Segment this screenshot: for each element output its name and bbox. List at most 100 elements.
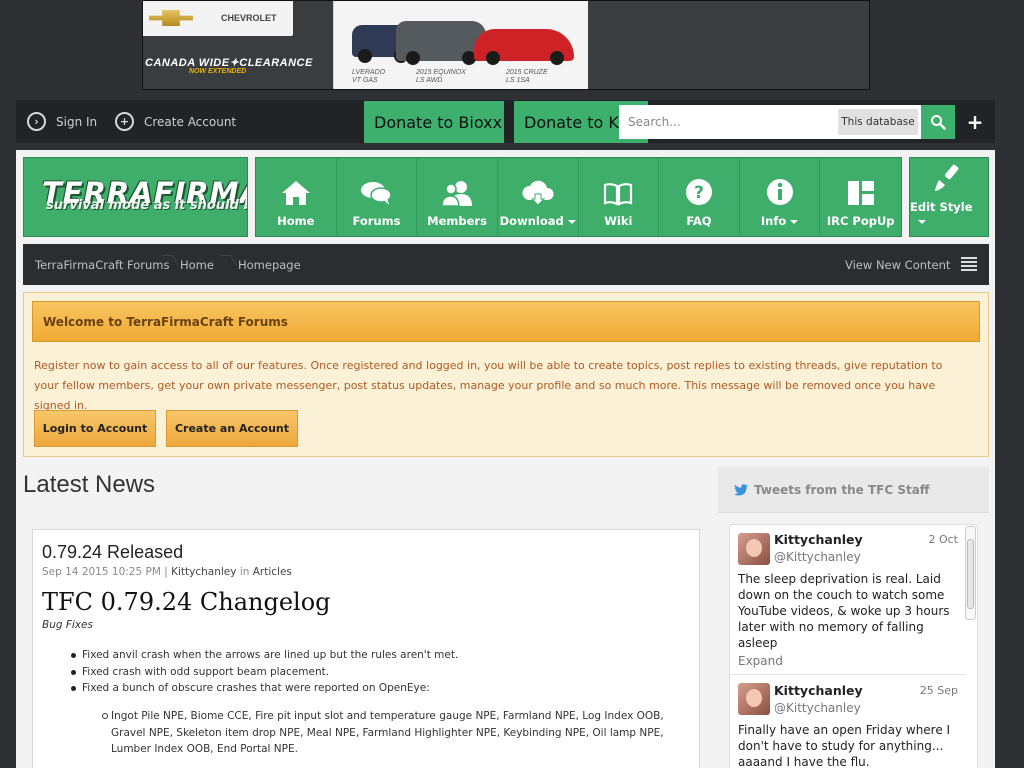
sign-in-label: Sign In xyxy=(56,114,98,129)
scrollbar-thumb[interactable] xyxy=(967,539,974,609)
chevrolet-logo-icon xyxy=(149,10,193,26)
search-box: This database xyxy=(619,105,935,139)
create-account-button[interactable]: Create an Account xyxy=(166,410,298,447)
ad-car-label: 2015 EQUINOX LS AWD xyxy=(416,69,466,84)
ad-brand-box: CHEVROLET xyxy=(143,1,293,36)
welcome-box: Welcome to TerraFirmaCraft Forums Regist… xyxy=(23,292,989,457)
nav-wiki[interactable]: Wiki xyxy=(579,158,660,236)
login-button[interactable]: Login to Account xyxy=(34,410,156,447)
donate-bioxx-label: Donate to Bioxx xyxy=(374,112,503,132)
sign-in-link[interactable]: › Sign In xyxy=(27,100,97,143)
tweets-heading: Tweets from the TFC Staff xyxy=(718,467,989,513)
suv-image xyxy=(396,21,486,65)
question-icon: ? xyxy=(685,179,712,205)
ad-car-label: LVERADO VT GAS xyxy=(352,69,386,84)
article-date: Sep 14 2015 10:25 PM xyxy=(42,566,161,578)
breadcrumb-item-home[interactable]: Home xyxy=(180,258,214,272)
sedan-image xyxy=(474,29,574,65)
search-button[interactable] xyxy=(921,105,955,139)
tweet-date[interactable]: 2 Oct xyxy=(928,533,958,546)
book-icon xyxy=(604,183,633,206)
nav-label: Wiki xyxy=(604,214,633,228)
meta-in: in xyxy=(239,566,250,578)
breadcrumb-separator xyxy=(223,252,233,278)
bugfix-list: Fixed anvil crash when the arrows are li… xyxy=(71,647,458,697)
breadcrumb-separator xyxy=(165,252,175,278)
tweet-date[interactable]: 25 Sep xyxy=(920,684,958,697)
breadcrumb: TerraFirmaCraft Forums Home Homepage Vie… xyxy=(23,244,989,285)
list-item: Fixed crash with odd support beam placem… xyxy=(71,664,458,681)
nav-label-wrap: Info xyxy=(761,214,799,228)
chevron-down-icon xyxy=(918,219,926,224)
nav-download[interactable]: Download xyxy=(498,158,579,236)
article-author[interactable]: Kittychanley xyxy=(171,566,236,578)
svg-text:?: ? xyxy=(694,183,704,203)
nav-forums[interactable]: Forums xyxy=(337,158,418,236)
ad-subline: NOW EXTENDED xyxy=(189,68,247,75)
sub-list-item: Ingot Pile NPE, Biome CCE, Fire pit inpu… xyxy=(102,708,671,758)
create-account-link[interactable]: + Create Account xyxy=(115,100,236,143)
nav-label: FAQ xyxy=(686,214,712,228)
site-logo[interactable]: TERRAFIRMACRAFT survival mode as it shou… xyxy=(23,157,248,237)
home-icon xyxy=(281,181,310,205)
ad-banner[interactable]: CHEVROLET CANADA WIDE✦CLEARANCE NOW EXTE… xyxy=(142,0,870,90)
nav-label-wrap: Download xyxy=(500,214,576,228)
nav-label: Forums xyxy=(352,214,401,228)
popup-icon xyxy=(847,181,874,205)
tweets-heading-label: Tweets from the TFC Staff xyxy=(754,482,930,497)
edit-style-label-wrap: Edit Style xyxy=(910,200,988,228)
search-input[interactable] xyxy=(619,105,837,139)
paintbrush-icon xyxy=(935,164,959,191)
donate-bioxx-button[interactable]: Donate to Bioxx xyxy=(364,101,504,143)
nav-label: Home xyxy=(277,214,315,228)
welcome-text: Register now to gain access to all of ou… xyxy=(34,359,943,412)
avatar[interactable] xyxy=(738,683,770,715)
nav-info[interactable]: Info xyxy=(740,158,821,236)
nav-irc-popup[interactable]: IRC PopUp xyxy=(820,158,901,236)
tweet-author-handle[interactable]: @Kittychanley xyxy=(774,701,861,715)
tweet[interactable]: Kittychanley @Kittychanley 25 Sep Finall… xyxy=(730,676,966,768)
arrow-right-circle-icon: › xyxy=(27,112,46,131)
nav-label: Members xyxy=(427,214,487,228)
nav-label: IRC PopUp xyxy=(826,214,895,228)
search-scope-button[interactable]: This database xyxy=(838,109,918,135)
breadcrumb-item-forums[interactable]: TerraFirmaCraft Forums xyxy=(35,258,169,272)
twitter-bird-icon xyxy=(734,483,748,495)
main-nav: Home Forums Members Download Wiki ? FAQ … xyxy=(255,157,902,237)
ad-brand: CHEVROLET xyxy=(221,13,277,23)
nav-members[interactable]: Members xyxy=(417,158,498,236)
ad-right-panel xyxy=(588,1,869,89)
list-item: Fixed anvil crash when the arrows are li… xyxy=(71,647,458,664)
tweets-scrollbar[interactable] xyxy=(965,526,976,620)
menu-icon[interactable] xyxy=(961,257,977,271)
view-new-content-link[interactable]: View New Content xyxy=(845,258,950,272)
bug-fixes-heading: Bug Fixes xyxy=(42,619,93,631)
article-category[interactable]: Articles xyxy=(253,566,292,578)
avatar[interactable] xyxy=(738,533,770,565)
nav-faq[interactable]: ? FAQ xyxy=(659,158,740,236)
article-title[interactable]: 0.79.24 Released xyxy=(42,542,183,563)
twitter-timeline[interactable]: Kittychanley @Kittychanley 2 Oct The sle… xyxy=(729,524,978,768)
welcome-title: Welcome to TerraFirmaCraft Forums xyxy=(32,301,980,342)
tweet[interactable]: Kittychanley @Kittychanley 2 Oct The sle… xyxy=(730,525,966,675)
info-icon xyxy=(766,179,793,205)
edit-style-button[interactable]: Edit Style xyxy=(909,157,989,237)
ad-cars-image: LVERADO VT GAS 2015 EQUINOX LS AWD 2015 … xyxy=(334,1,588,89)
article-meta: Sep 14 2015 10:25 PM | Kittychanley in A… xyxy=(42,566,292,578)
tweet-expand-link[interactable]: Expand xyxy=(738,654,783,668)
tweet-author-name[interactable]: Kittychanley xyxy=(774,683,863,698)
list-item: Fixed a bunch of obscure crashes that we… xyxy=(71,680,458,697)
chat-icon xyxy=(361,182,393,205)
tweet-text: Finally have an open Friday where I don'… xyxy=(738,723,951,768)
tweet-text: The sleep deprivation is real. Laid down… xyxy=(738,572,950,650)
changelog-heading: TFC 0.79.24 Changelog xyxy=(42,588,331,616)
create-account-label: Create Account xyxy=(144,114,237,129)
cloud-download-icon xyxy=(522,180,554,206)
nav-home[interactable]: Home xyxy=(256,158,337,236)
tweet-author-name[interactable]: Kittychanley xyxy=(774,532,863,547)
advanced-search-plus-icon[interactable]: + xyxy=(964,105,986,139)
search-icon xyxy=(931,115,946,130)
ad-left-panel: CHEVROLET CANADA WIDE✦CLEARANCE NOW EXTE… xyxy=(143,1,333,89)
user-bar: › Sign In + Create Account Donate to Bio… xyxy=(16,100,995,143)
tweet-author-handle[interactable]: @Kittychanley xyxy=(774,550,861,564)
